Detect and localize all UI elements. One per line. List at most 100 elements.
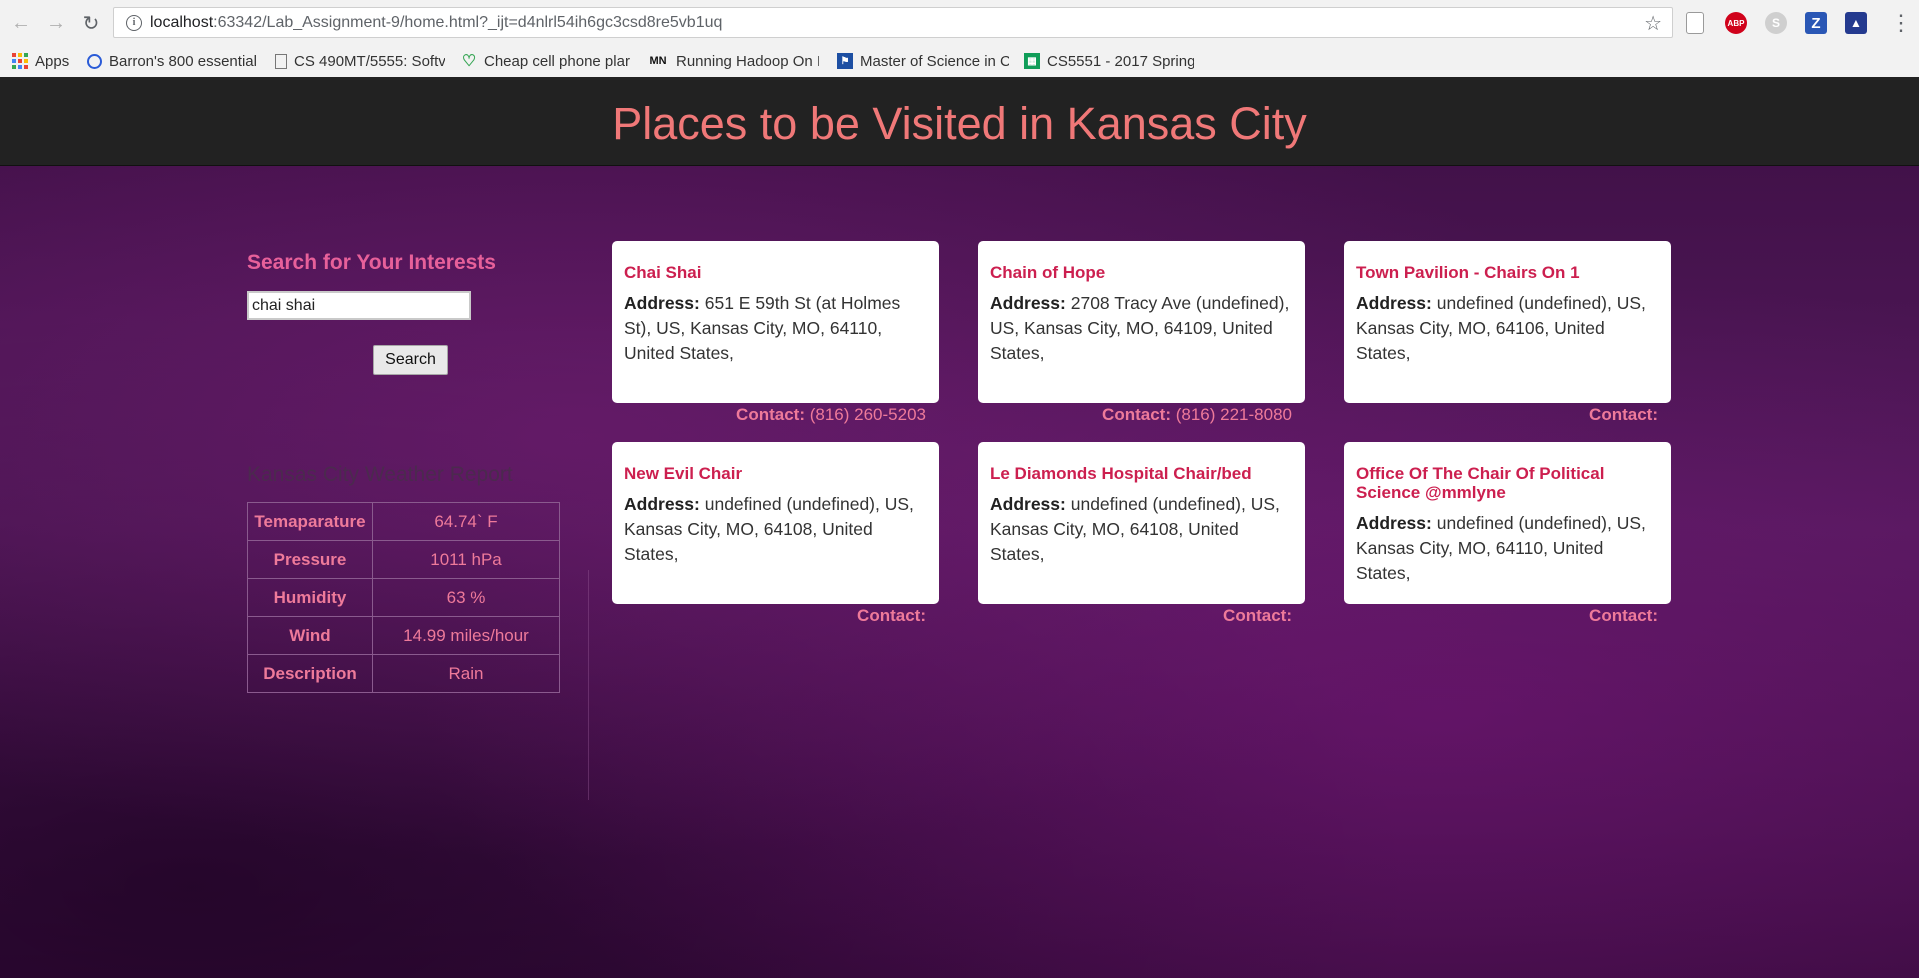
weather-value: 14.99 miles/hour: [372, 616, 560, 655]
bookmark-label: Apps: [35, 52, 70, 70]
weather-value: 63 %: [372, 578, 560, 617]
contact-label: Contact:: [1102, 405, 1171, 424]
place-contact: Contact: (816) 260-5203: [612, 405, 939, 425]
address-label: Address:: [1356, 513, 1432, 533]
place-address: Address: undefined (undefined), US, Kans…: [1356, 511, 1659, 586]
place-card: New Evil Chair Address: undefined (undef…: [612, 442, 939, 604]
place-name: Town Pavilion - Chairs On 1: [1356, 263, 1580, 282]
umkc-flag-icon: ⚑: [837, 53, 853, 69]
page-icon: [275, 53, 287, 69]
place-contact: Contact:: [978, 606, 1305, 626]
page-title: Places to be Visited in Kansas City: [612, 98, 1307, 149]
place-contact: Contact:: [612, 606, 939, 626]
apps-grid-icon: [12, 53, 28, 69]
url-path: :63342/Lab_Assignment-9/home.html?_ijt=d…: [213, 14, 723, 31]
info-icon[interactable]: i: [126, 15, 142, 31]
bookmark-label: CS5551 - 2017 Spring: [1047, 52, 1194, 70]
place-card: Le Diamonds Hospital Chair/bed Address: …: [978, 442, 1305, 604]
weather-value: 1011 hPa: [372, 540, 560, 579]
place-card: Chain of Hope Address: 2708 Tracy Ave (u…: [978, 241, 1305, 403]
address-label: Address:: [624, 293, 700, 313]
address-label: Address:: [624, 494, 700, 514]
place-address: Address: 651 E 59th St (at Holmes St), U…: [624, 291, 927, 366]
browser-toolbar: ← → ↻ i localhost:63342/Lab_Assignment-9…: [0, 0, 1919, 46]
address-label: Address:: [990, 494, 1066, 514]
search-heading: Search for Your Interests: [247, 251, 496, 274]
address-label: Address:: [1356, 293, 1432, 313]
mn-icon: MN: [649, 55, 667, 67]
forward-arrow-icon[interactable]: →: [44, 11, 68, 35]
adblock-plus-icon[interactable]: ABP: [1725, 12, 1747, 34]
bookmark-cs490[interactable]: CS 490MT/5555: Softv: [275, 50, 445, 72]
place-name: Chain of Hope: [990, 263, 1106, 282]
weather-value: 64.74` F: [372, 502, 560, 541]
sheets-icon: ▦: [1024, 53, 1040, 69]
weather-label: Description: [247, 654, 373, 693]
contact-label: Contact:: [1223, 606, 1292, 625]
search-input[interactable]: [247, 291, 471, 320]
weather-label: Humidity: [247, 578, 373, 617]
page-content: Places to be Visited in Kansas City Sear…: [0, 77, 1919, 978]
reload-icon[interactable]: ↻: [79, 11, 103, 35]
weather-label: Pressure: [247, 540, 373, 579]
place-address: Address: undefined (undefined), US, Kans…: [624, 492, 927, 567]
back-arrow-icon[interactable]: ←: [9, 11, 33, 35]
bookmark-hadoop[interactable]: MN Running Hadoop On I: [647, 50, 819, 72]
place-contact: Contact:: [1344, 606, 1671, 626]
table-row: Description Rain: [247, 654, 560, 693]
zotero-icon[interactable]: Z: [1805, 12, 1827, 34]
place-card: Town Pavilion - Chairs On 1 Address: und…: [1344, 241, 1671, 403]
place-contact: Contact: (816) 221-8080: [978, 405, 1305, 425]
contact-value: (816) 221-8080: [1175, 405, 1292, 424]
url-text[interactable]: localhost:63342/Lab_Assignment-9/home.ht…: [150, 14, 722, 32]
place-address: Address: undefined (undefined), US, Kans…: [1356, 291, 1659, 366]
bookmark-label: Master of Science in C: [860, 52, 1009, 70]
address-label: Address:: [990, 293, 1066, 313]
bookmark-cs5551[interactable]: ▦ CS5551 - 2017 Spring: [1024, 50, 1194, 72]
url-host: localhost: [150, 14, 214, 31]
bookmark-apps[interactable]: Apps: [12, 50, 74, 72]
menu-kebab-icon[interactable]: ⋮: [1890, 10, 1912, 36]
table-row: Humidity 63 %: [247, 578, 560, 617]
contact-label: Contact:: [857, 606, 926, 625]
sidebar-divider: [588, 570, 589, 800]
contact-label: Contact:: [1589, 405, 1658, 424]
extension-icon[interactable]: ▲: [1845, 12, 1867, 34]
bookmark-label: CS 490MT/5555: Softv: [294, 52, 445, 70]
bookmark-cell-phone[interactable]: ♡ Cheap cell phone plar: [461, 50, 631, 72]
weather-heading: Kansas City Weather Report: [247, 463, 513, 486]
browser-chrome: ← → ↻ i localhost:63342/Lab_Assignment-9…: [0, 0, 1919, 78]
weather-label: Wind: [247, 616, 373, 655]
bookmark-barrons[interactable]: Barron's 800 essential: [87, 50, 257, 72]
place-address: Address: 2708 Tracy Ave (undefined), US,…: [990, 291, 1293, 366]
weather-table: Temaparature 64.74` F Pressure 1011 hPa Hu…: [247, 502, 560, 693]
contact-label: Contact:: [736, 405, 805, 424]
heart-leaf-icon: ♡: [461, 53, 477, 70]
contact-label: Contact:: [1589, 606, 1658, 625]
bookmark-label: Running Hadoop On I: [676, 52, 819, 70]
table-row: Pressure 1011 hPa: [247, 540, 560, 579]
place-card: Chai Shai Address: 651 E 59th St (at Hol…: [612, 241, 939, 403]
q-logo-icon: [87, 53, 102, 69]
document-extension-icon[interactable]: [1686, 12, 1704, 34]
bookmark-star-icon[interactable]: ☆: [1644, 11, 1662, 36]
skype-icon[interactable]: S: [1765, 12, 1787, 34]
page-header: Places to be Visited in Kansas City: [0, 77, 1919, 166]
place-name: Chai Shai: [624, 263, 702, 282]
bookmark-label: Barron's 800 essential: [109, 52, 257, 70]
search-button[interactable]: Search: [373, 345, 448, 375]
place-address: Address: undefined (undefined), US, Kans…: [990, 492, 1293, 567]
place-name: Office Of The Chair Of Political Science…: [1356, 464, 1605, 502]
address-bar[interactable]: i localhost:63342/Lab_Assignment-9/home.…: [113, 7, 1673, 38]
place-name: New Evil Chair: [624, 464, 743, 483]
bookmark-master-science[interactable]: ⚑ Master of Science in C: [837, 50, 1009, 72]
weather-label: Temaparature: [247, 502, 373, 541]
table-row: Temaparature 64.74` F: [247, 502, 560, 541]
place-name: Le Diamonds Hospital Chair/bed: [990, 464, 1252, 483]
weather-value: Rain: [372, 654, 560, 693]
place-contact: Contact:: [1344, 405, 1671, 425]
contact-value: (816) 260-5203: [809, 405, 926, 424]
place-card: Office Of The Chair Of Political Science…: [1344, 442, 1671, 604]
bookmark-label: Cheap cell phone plar: [484, 52, 630, 70]
bookmarks-bar: Apps Barron's 800 essential CS 490MT/555…: [0, 46, 1919, 76]
